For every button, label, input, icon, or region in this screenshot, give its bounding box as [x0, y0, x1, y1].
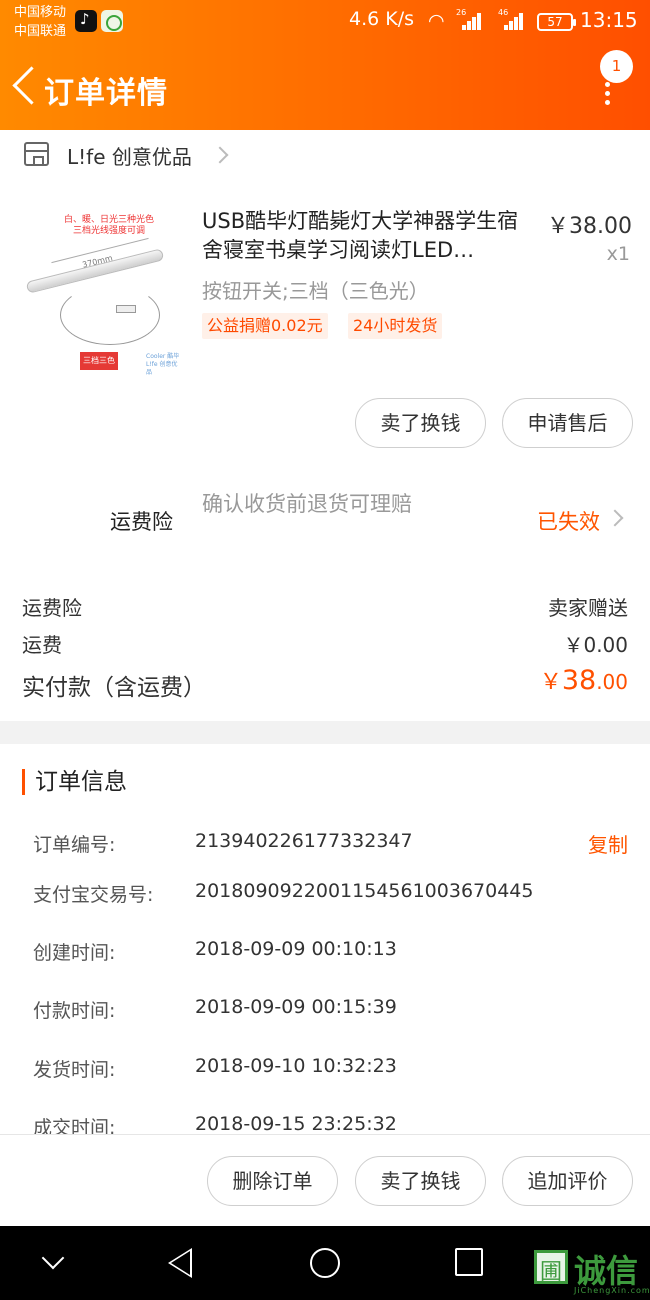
info-value: 2018090922001154561003670445 [195, 880, 534, 902]
nav-recents-icon[interactable] [455, 1248, 483, 1276]
carrier-1: 中国移动 [14, 5, 67, 20]
shop-row[interactable]: L!fe 创意优品 [0, 130, 650, 182]
thumb-tag: 三档三色 [80, 352, 118, 370]
order-item-card: L!fe 创意优品 白、暖、日光三种光色 三档光线强度可调 三档三色 Coole… [0, 130, 650, 721]
info-label: 成交时间: [33, 1117, 116, 1134]
product-price: ￥38.00 [547, 214, 632, 239]
header-bar: 中国移动 中国联通 4.6 K/s ◠ 26 46 57 13:15 订单详情 … [0, 0, 650, 130]
notification-badge: 1 [600, 50, 633, 83]
signal-1-label: 26 [456, 8, 467, 17]
summary-insurance-row: 运费险 卖家赠送 [22, 592, 628, 621]
total-currency: ￥ [539, 670, 562, 695]
product-thumbnail[interactable]: 白、暖、日光三种光色 三档光线强度可调 三档三色 Cooler 酷毕 L!fe … [20, 205, 179, 376]
summary-shipping-label: 运费 [22, 633, 62, 657]
info-value: 2018-09-15 23:25:32 [195, 1113, 397, 1134]
info-value: 2018-09-10 10:32:23 [195, 1055, 397, 1077]
shipping-insurance-status[interactable]: 已失效 [537, 506, 600, 536]
watermark-logo: 诚信 JiChengXin.com [530, 1246, 650, 1296]
info-label: 订单编号: [33, 834, 116, 856]
sell-for-cash-button[interactable]: 卖了换钱 [355, 1156, 486, 1206]
promo-tag: 24小时发货 [348, 313, 443, 339]
sell-for-cash-button[interactable]: 卖了换钱 [355, 398, 486, 448]
lamp-switch [116, 305, 136, 313]
summary-total-row: 实付款（含运费） ￥38.00 [22, 665, 628, 702]
watermark-icon [534, 1250, 568, 1286]
wifi-icon: ◠ [428, 10, 445, 32]
info-label: 付款时间: [33, 1000, 116, 1022]
thumb-mini-text: Cooler 酷毕 L!fe 创意优品 [146, 353, 180, 376]
order-info-card: 订单信息 订单编号: 213940226177332347 复制 支付宝交易号:… [0, 744, 650, 1134]
shipping-insurance-label: 运费险 [110, 510, 173, 534]
signal-icon: 26 [456, 8, 482, 30]
promo-tag: 公益捐赠0.02元 [202, 313, 328, 339]
watermark-sub: JiChengXin.com [574, 1286, 650, 1295]
thumb-caption: 白、暖、日光三种光色 三档光线强度可调 [63, 215, 154, 236]
tiktok-icon [75, 10, 97, 32]
order-info-heading: 订单信息 [22, 769, 127, 795]
summary-insurance-value: 卖家赠送 [548, 596, 628, 620]
bottom-action-bar: 删除订单 卖了换钱 追加评价 [0, 1134, 650, 1226]
page-title: 订单详情 [44, 76, 168, 111]
carrier-2: 中国联通 [14, 24, 67, 39]
more-dots-icon [605, 82, 610, 109]
summary-shipping-row: 运费 ￥0.00 [22, 629, 628, 658]
add-review-button[interactable]: 追加评价 [502, 1156, 633, 1206]
lamp-cable [60, 285, 160, 345]
total-integer: 38 [561, 665, 597, 696]
copy-order-number-button[interactable]: 复制 [588, 829, 628, 858]
system-nav-bar: 诚信 JiChengXin.com [0, 1226, 650, 1300]
product-sku: 按钮开关;三档（三色光） [202, 279, 429, 303]
nav-home-icon[interactable] [310, 1248, 340, 1278]
info-value: 213940226177332347 [195, 830, 413, 852]
nav-back-icon[interactable] [168, 1248, 192, 1278]
summary-total-value: ￥38.00 [540, 664, 628, 696]
summary-shipping-value: ￥0.00 [563, 633, 628, 657]
product-name[interactable]: USB酷毕灯酷毙灯大学神器学生宿舍寝室书桌学习阅读灯LED… [202, 207, 532, 265]
collapse-icon[interactable] [41, 1246, 65, 1270]
info-value: 2018-09-09 00:10:13 [195, 938, 397, 960]
total-decimal: .00 [596, 670, 628, 694]
carrier-labels: 中国移动 中国联通 [14, 3, 66, 41]
summary-insurance-label: 运费险 [22, 596, 82, 620]
chevron-right-icon [211, 146, 229, 164]
order-content[interactable]: L!fe 创意优品 白、暖、日光三种光色 三档光线强度可调 三档三色 Coole… [0, 130, 650, 1134]
shipping-insurance-desc: 确认收货前退货可理赔 [202, 492, 412, 516]
product-quantity: x1 [606, 243, 630, 265]
summary-total-label: 实付款（含运费） [22, 675, 206, 701]
network-speed: 4.6 K/s [349, 8, 415, 30]
info-label: 发货时间: [33, 1059, 116, 1081]
shop-name: L!fe 创意优品 [67, 145, 192, 169]
mobile-app-icon [101, 10, 123, 32]
more-menu-button[interactable]: 1 [592, 50, 633, 105]
signal-icon: 46 [498, 8, 524, 30]
chevron-right-icon [606, 509, 624, 527]
info-label: 创建时间: [33, 942, 116, 964]
delete-order-button[interactable]: 删除订单 [207, 1156, 338, 1206]
signal-2-label: 46 [498, 8, 509, 17]
clock: 13:15 [580, 8, 638, 32]
store-icon [24, 142, 49, 166]
back-arrow-icon[interactable] [12, 68, 36, 106]
status-bar: 中国移动 中国联通 4.6 K/s ◠ 26 46 57 13:15 [0, 0, 650, 44]
battery-icon: 57 [537, 13, 576, 31]
info-value: 2018-09-09 00:15:39 [195, 996, 397, 1018]
info-label: 支付宝交易号: [33, 884, 154, 906]
after-sale-button[interactable]: 申请售后 [502, 398, 633, 448]
